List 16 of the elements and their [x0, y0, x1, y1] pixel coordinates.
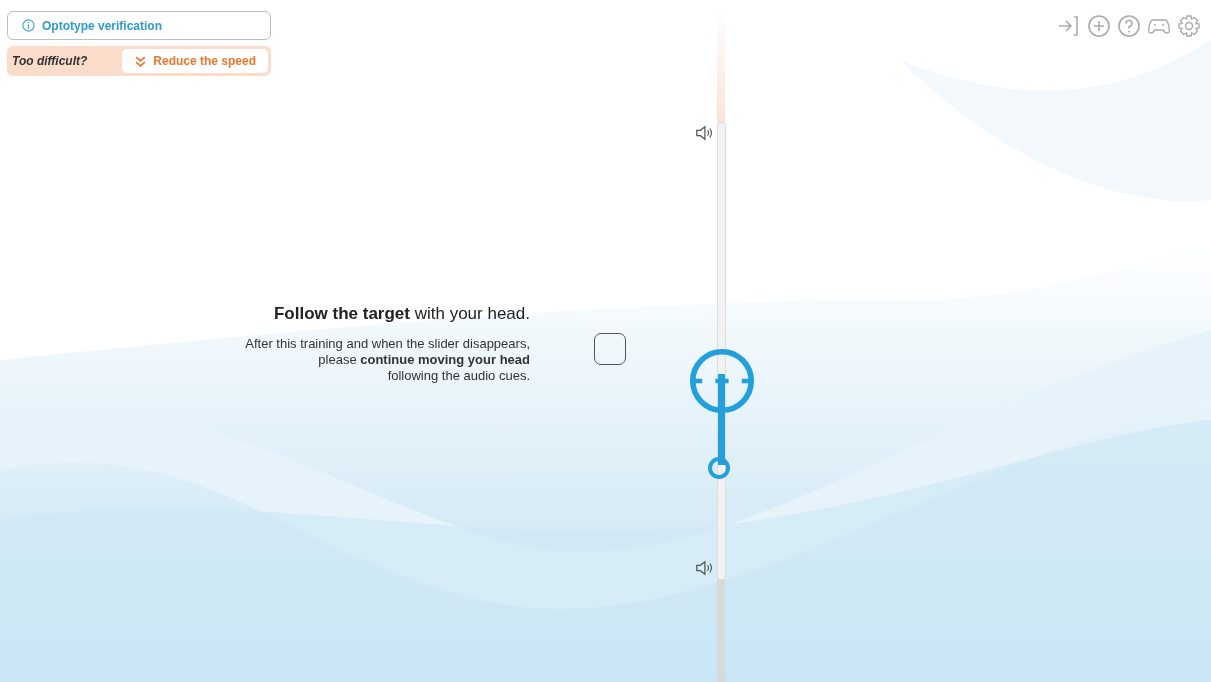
instruction-text: After this training and when the slider disappears, please continue moving your head following the audio cues.	[244, 336, 530, 384]
checkbox[interactable]	[594, 333, 626, 365]
speaker-icon	[695, 124, 713, 142]
info-icon	[22, 19, 35, 32]
reduce-speed-button[interactable]: Reduce the speed	[122, 49, 268, 73]
optotype-verification-button[interactable]: Optotype verification	[7, 11, 271, 40]
slider-handle[interactable]	[708, 457, 730, 479]
difficulty-prompt: Too difficult?	[12, 54, 88, 68]
crosshair-icon[interactable]	[1087, 14, 1111, 38]
settings-icon[interactable]	[1177, 14, 1201, 38]
double-chevron-down-icon	[134, 54, 148, 68]
instruction-heading: Follow the target with your head.	[273, 304, 530, 324]
exit-icon[interactable]	[1057, 14, 1081, 38]
crosshair-target-icon	[689, 348, 755, 414]
help-icon[interactable]	[1117, 14, 1141, 38]
speaker-icon	[695, 559, 713, 577]
